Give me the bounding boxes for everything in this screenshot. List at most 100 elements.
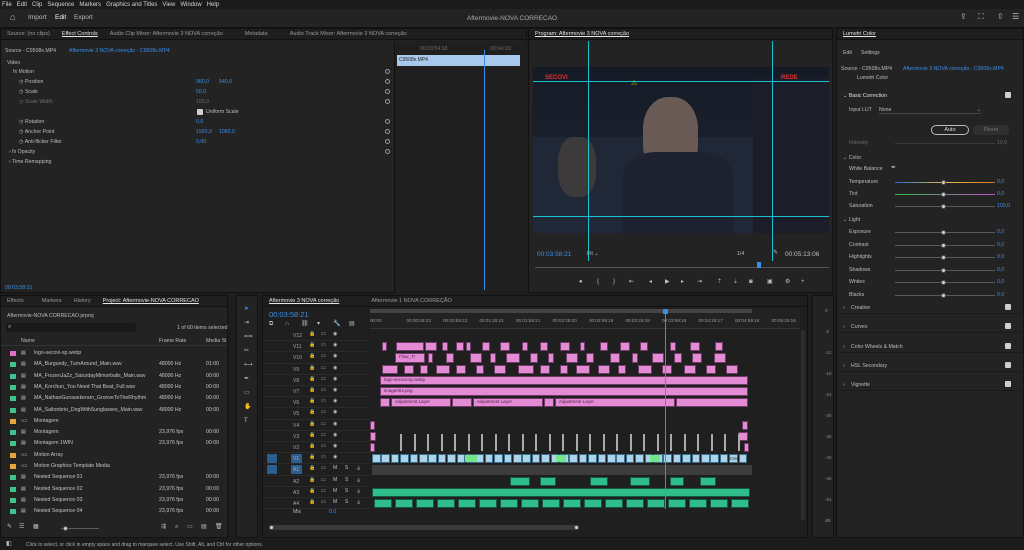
video-clip-marker[interactable] [602, 433, 605, 452]
video-clip-marker[interactable] [467, 433, 470, 452]
graphic-clip[interactable] [638, 364, 652, 374]
mute-icon[interactable]: M [333, 466, 337, 471]
new-bin-icon[interactable]: ▭ [187, 524, 193, 530]
video-clip[interactable] [691, 454, 701, 464]
audio-clip[interactable] [500, 499, 518, 509]
graphic-clip[interactable] [466, 342, 471, 352]
menu-window[interactable]: Window [180, 2, 201, 8]
light-value[interactable]: 0,0 [997, 279, 1004, 285]
video-clip[interactable] [541, 454, 550, 464]
video-clip-marker[interactable] [535, 433, 537, 452]
graphic-clip[interactable]: Adjustment Layer [391, 398, 451, 408]
new-item-icon[interactable]: ▤ [201, 524, 207, 530]
solo-icon[interactable]: S [345, 500, 348, 505]
lumetri-source[interactable]: Source - C9508x.MP4 [841, 66, 892, 72]
temperature-knob[interactable] [941, 180, 946, 185]
video-clip-marker[interactable] [616, 433, 618, 452]
trash-icon[interactable]: 🗑 [215, 524, 223, 530]
eye-icon[interactable]: ◉ [333, 410, 337, 415]
graphic-clip[interactable] [482, 342, 490, 352]
sync-lock-icon[interactable]: ▭ [321, 343, 326, 348]
timeline-settings-icon[interactable]: 🔧 [333, 321, 340, 327]
sync-lock-icon[interactable]: ▭ [321, 388, 326, 393]
selection-tool-icon[interactable]: ➤ [244, 306, 249, 312]
track-header[interactable]: V11 🔒 ▭ ◉ [263, 341, 370, 353]
graphic-clip[interactable] [540, 342, 548, 352]
tab-metadata[interactable]: Metadata [239, 31, 274, 37]
lift-icon[interactable]: ⇡ [717, 279, 722, 285]
graphic-clip[interactable] [726, 364, 738, 374]
reset-button[interactable]: Reset [973, 125, 1009, 135]
lock-icon[interactable]: 🔒 [309, 354, 315, 359]
fullscreen-icon[interactable]: ⛶ [978, 13, 984, 21]
reset-icon[interactable] [385, 129, 390, 134]
sync-lock-icon[interactable]: ▭ [321, 477, 326, 483]
video-clip[interactable] [588, 454, 597, 464]
col-name[interactable]: Name [21, 338, 35, 344]
graphic-clip[interactable] [370, 431, 376, 441]
timeline-ruler[interactable]: 00:00 00:00:29:23 00:00:59:22 00:01:29:21 00… [370, 309, 800, 329]
mic-icon[interactable]: ⍙ [357, 488, 360, 494]
video-clip[interactable] [503, 454, 513, 464]
video-clip-marker[interactable] [656, 433, 659, 452]
solo-icon[interactable]: S [345, 477, 348, 483]
graphic-clip[interactable] [670, 342, 676, 352]
video-clip-marker[interactable] [737, 433, 740, 452]
eye-icon[interactable]: ◉ [333, 365, 337, 371]
graphic-clip[interactable]: Adjustment Layer [473, 398, 543, 408]
light-knob[interactable] [941, 230, 946, 235]
audio-clip[interactable] [479, 499, 497, 509]
video-clip[interactable] [607, 454, 616, 464]
sync-lock-icon[interactable]: ▭ [321, 500, 326, 505]
video-clip-marker[interactable] [508, 433, 510, 452]
graphic-clip[interactable] [494, 364, 506, 374]
menu-graphics[interactable]: Graphics and Titles [106, 2, 157, 8]
menu-sequence[interactable]: Sequence [47, 2, 74, 8]
audio-clip[interactable] [540, 476, 556, 486]
graphic-clip[interactable] [425, 342, 437, 352]
track-header[interactable]: V7 🔒 ▭ ◉ [263, 386, 370, 398]
tab-sequence-1[interactable]: Aftermovie 1 NOVA CORREÇÃO [365, 298, 458, 304]
track-header[interactable]: A4 🔒 ▭ M S ⍙ [263, 498, 370, 510]
track-header[interactable]: V9 🔒 ▭ ◉ [263, 364, 370, 375]
antiflicker-value[interactable]: 0,00 [196, 139, 206, 145]
video-clip[interactable] [522, 454, 531, 464]
hand-tool-icon[interactable]: ✋ [244, 404, 251, 410]
graphic-clip[interactable] [380, 398, 390, 408]
eye-icon[interactable]: ◉ [333, 399, 337, 404]
hscroll-left-handle[interactable] [269, 525, 274, 530]
saturation-value[interactable]: 100,0 [997, 203, 1010, 209]
video-clip[interactable] [437, 454, 447, 464]
play-icon[interactable]: ▶ [665, 279, 670, 285]
lock-icon[interactable]: 🔒 [309, 332, 315, 337]
video-clip[interactable] [597, 454, 607, 464]
mix-value[interactable]: 0,0 [329, 509, 336, 515]
graphic-clip[interactable] [714, 353, 726, 363]
project-item[interactable]: ▤ MA_Burgundy_TurnAround_Main.wav 48000 … [1, 359, 227, 370]
mini-playhead[interactable] [484, 50, 485, 290]
eye-icon[interactable]: ◉ [333, 354, 337, 359]
sync-lock-icon[interactable]: ▭ [321, 421, 326, 427]
lock-icon[interactable]: 🔒 [309, 388, 315, 393]
video-clip-marker[interactable] [440, 433, 443, 452]
upload-icon[interactable]: ⇪ [960, 13, 967, 21]
tint-knob[interactable] [941, 192, 946, 197]
video-clip-highlight[interactable] [556, 455, 566, 463]
graphic-clip[interactable] [404, 364, 414, 374]
graphic-clip[interactable] [428, 353, 433, 363]
project-item[interactable]: ›▭ Motion Graphics Template Media [1, 461, 227, 472]
eye-icon[interactable]: ◉ [333, 332, 337, 337]
lock-icon[interactable]: 🔒 [309, 365, 315, 371]
lock-icon[interactable]: 🔒 [309, 399, 315, 404]
eye-icon[interactable]: ◉ [333, 343, 337, 348]
audio-clip-music[interactable] [372, 487, 750, 497]
mic-icon[interactable]: ⍙ [357, 477, 360, 483]
audio-clip[interactable] [437, 499, 455, 509]
video-clip[interactable] [738, 454, 748, 464]
audio-clip[interactable] [374, 499, 392, 509]
video-clip-marker[interactable] [562, 433, 564, 452]
audio-clip[interactable] [605, 499, 623, 509]
project-item[interactable]: ▤ logo-secovi-sp.webp [1, 348, 227, 359]
menu-file[interactable]: File [2, 2, 12, 8]
rectangle-tool-icon[interactable]: ▭ [244, 390, 250, 396]
